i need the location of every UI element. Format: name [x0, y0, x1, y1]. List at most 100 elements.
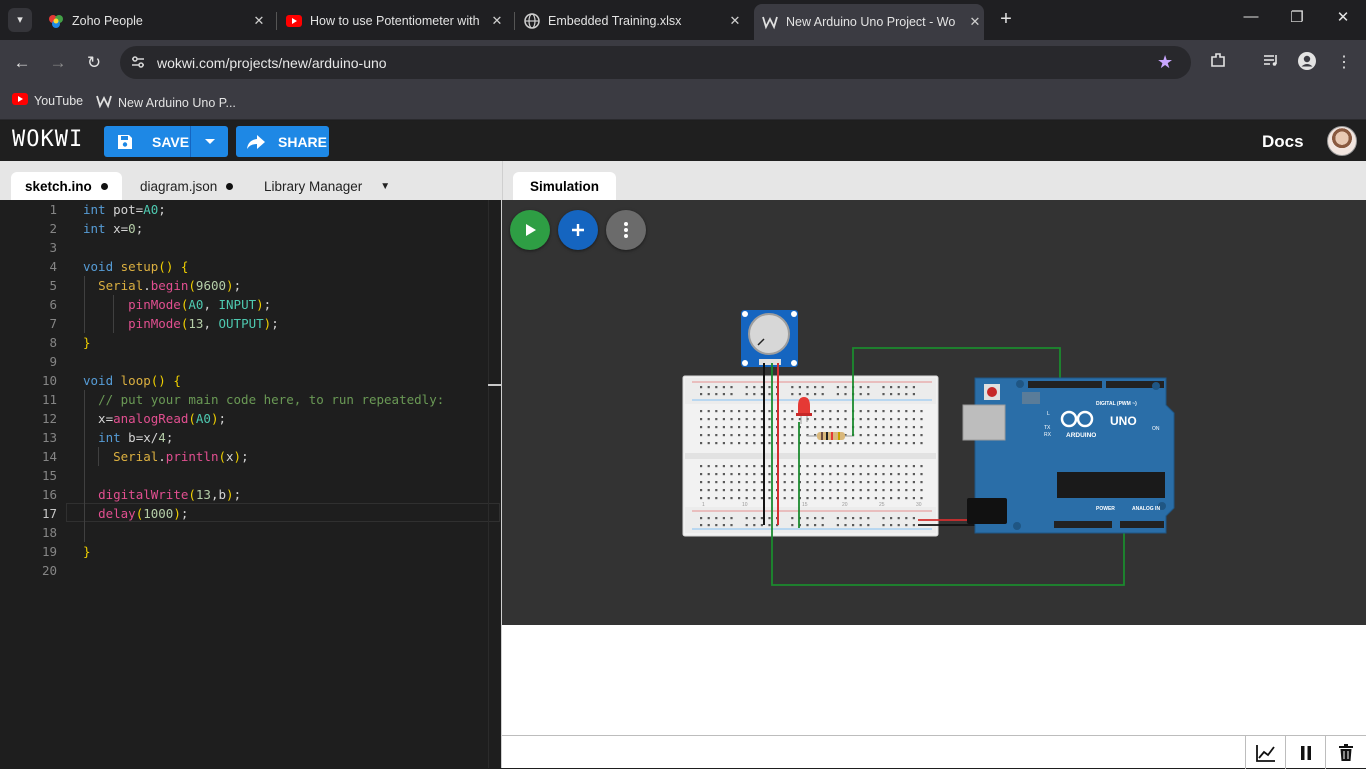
docs-link[interactable]: Docs: [1262, 132, 1304, 152]
wokwi-icon: [96, 93, 112, 112]
line-number: 4: [49, 259, 57, 274]
code-line[interactable]: x=analogRead(A0);: [83, 409, 226, 428]
potentiometer[interactable]: [741, 310, 798, 367]
code-line[interactable]: digitalWrite(13,b);: [83, 485, 241, 504]
line-number: 14: [41, 449, 57, 464]
bookmark-youtube[interactable]: YouTube: [12, 93, 83, 108]
circuit-diagram: 1 10 15 20 25 30 UNO ARDUINO DIGITAL (PW…: [682, 310, 1175, 586]
line-number: 2: [49, 221, 57, 236]
close-icon[interactable]: ✕: [250, 13, 268, 29]
pause-button[interactable]: [1285, 736, 1325, 769]
line-number: 15: [41, 468, 57, 483]
browser-tab-zoho[interactable]: Zoho People ✕: [40, 6, 268, 36]
editor-scrollbar-track[interactable]: [488, 200, 489, 768]
chevron-down-icon[interactable]: ▼: [380, 181, 390, 192]
extensions-icon[interactable]: [1206, 51, 1230, 75]
code-line[interactable]: delay(1000);: [83, 504, 188, 523]
tab-diagram-json[interactable]: diagram.json: [140, 172, 234, 200]
line-number: 12: [41, 411, 57, 426]
tab-sketch-ino[interactable]: sketch.ino: [11, 172, 122, 200]
code-line[interactable]: int x=0;: [83, 219, 143, 238]
tab-title: Embedded Training.xlsx: [548, 14, 682, 28]
code-line[interactable]: // put your main code here, to run repea…: [83, 390, 444, 409]
bb-number: 1: [702, 502, 705, 508]
site-settings-icon[interactable]: [130, 54, 148, 72]
close-icon[interactable]: ✕: [966, 14, 984, 30]
close-window-icon[interactable]: ✕: [1320, 8, 1366, 26]
bookmark-star-icon[interactable]: ★: [1157, 52, 1173, 73]
serial-monitor-toolbar: [502, 735, 1366, 769]
browser-tab-youtube[interactable]: How to use Potentiometer with ✕: [278, 6, 506, 36]
media-control-icon[interactable]: [1259, 51, 1283, 75]
save-options-button[interactable]: [190, 126, 228, 157]
bookmark-wokwi[interactable]: New Arduino Uno P...: [96, 93, 236, 112]
share-label: SHARE: [278, 133, 328, 150]
wokwi-logo[interactable]: WOKWI: [12, 127, 83, 152]
close-icon[interactable]: ✕: [726, 13, 744, 29]
line-number: 10: [41, 373, 57, 388]
breadboard[interactable]: 1 10 15 20 25 30: [682, 375, 939, 537]
chart-line-icon: [1255, 744, 1275, 762]
code-line[interactable]: Serial.println(x);: [83, 447, 249, 466]
line-number: 8: [49, 335, 57, 350]
code-line[interactable]: void setup() {: [83, 257, 188, 276]
simulation-tab-bar: Simulation: [502, 161, 1366, 200]
code-line[interactable]: int pot=A0;: [83, 200, 166, 219]
browser-tab-bar: ▾ Zoho People ✕ How to use Potentiometer…: [0, 0, 1366, 40]
unsaved-dot-icon: [100, 182, 108, 190]
line-number: 11: [41, 392, 57, 407]
code-editor[interactable]: 1 2 3 4 5 6 7 8 9 10 11 12 13 14 15 16 17 18 19 20 int pot=…: [0, 200, 502, 768]
pause-icon: [1300, 745, 1311, 760]
code-line[interactable]: }: [83, 333, 91, 352]
youtube-icon: [286, 13, 302, 29]
back-icon[interactable]: ←: [9, 50, 35, 76]
save-icon: [116, 133, 134, 151]
code-line[interactable]: }: [83, 542, 91, 561]
bb-number: 25: [879, 502, 885, 508]
browser-tab-embedded-training[interactable]: Embedded Training.xlsx ✕: [516, 6, 744, 36]
browser-tab-wokwi[interactable]: New Arduino Uno Project - Wo ✕: [754, 4, 984, 40]
profile-icon[interactable]: [1295, 51, 1319, 75]
wokwi-icon: [762, 14, 778, 30]
save-button[interactable]: SAVE: [104, 126, 189, 157]
reload-icon[interactable]: ↻: [81, 50, 107, 76]
line-number: 18: [41, 525, 57, 540]
tab-search-button[interactable]: ▾: [8, 8, 32, 32]
globe-icon: [524, 13, 540, 29]
code-line[interactable]: pinMode(13, OUTPUT);: [83, 314, 279, 333]
bookmark-label: YouTube: [34, 93, 84, 108]
on-led-label: ON: [1152, 426, 1160, 432]
omnibox[interactable]: wokwi.com/projects/new/arduino-uno ★: [120, 46, 1191, 79]
tab-library-manager[interactable]: Library Manager ▼: [264, 172, 390, 200]
forward-icon[interactable]: →: [45, 50, 71, 76]
tab-title: How to use Potentiometer with: [310, 14, 480, 28]
arduino-uno-board[interactable]: UNO ARDUINO DIGITAL (PWM ~) ANALOG IN PO…: [962, 377, 1175, 534]
share-button[interactable]: SHARE: [236, 126, 329, 157]
power-label: POWER: [1096, 506, 1115, 512]
trash-icon: [1338, 743, 1353, 761]
avatar[interactable]: [1327, 126, 1357, 156]
l-led-label: L: [1047, 411, 1050, 417]
code-line[interactable]: void loop() {: [83, 371, 181, 390]
close-icon[interactable]: ✕: [488, 13, 506, 29]
clear-button[interactable]: [1325, 736, 1365, 769]
editor-scrollbar-marker[interactable]: [488, 384, 502, 386]
restore-icon[interactable]: ❐: [1274, 8, 1320, 26]
tx-label: TX: [1044, 425, 1051, 431]
line-number: 3: [49, 240, 57, 255]
plotter-button[interactable]: [1245, 736, 1285, 769]
simulation-canvas[interactable]: 1 10 15 20 25 30 UNO ARDUINO DIGITAL (PW…: [502, 200, 1366, 625]
url-text[interactable]: wokwi.com/projects/new/arduino-uno: [157, 55, 387, 71]
line-number: 6: [49, 297, 57, 312]
tab-title: New Arduino Uno Project - Wo: [786, 15, 956, 29]
code-line[interactable]: int b=x/4;: [83, 428, 173, 447]
line-number: 20: [41, 563, 57, 578]
code-line[interactable]: Serial.begin(9600);: [83, 276, 241, 295]
serial-monitor-output[interactable]: [502, 625, 1366, 735]
tab-simulation[interactable]: Simulation: [513, 172, 617, 200]
browser-menu-icon[interactable]: ⋮: [1332, 51, 1356, 75]
code-line[interactable]: pinMode(A0, INPUT);: [83, 295, 271, 314]
new-tab-button[interactable]: +: [994, 8, 1018, 31]
minimize-icon[interactable]: —: [1228, 8, 1274, 25]
bookmark-label: New Arduino Uno P...: [118, 95, 236, 110]
